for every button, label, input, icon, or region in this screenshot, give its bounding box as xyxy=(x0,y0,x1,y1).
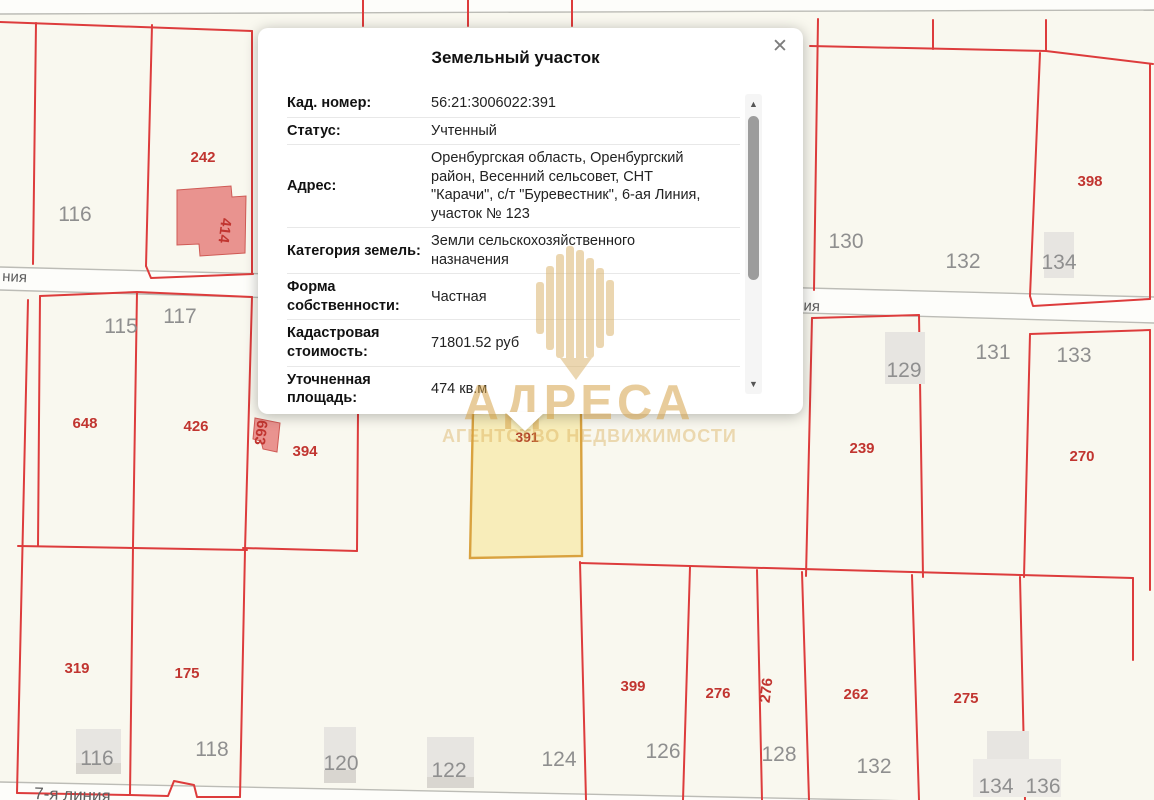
listing-number-label: 239 xyxy=(849,440,874,457)
parcel-boundary xyxy=(1030,53,1040,296)
parcel-number-label: 126 xyxy=(645,740,680,763)
attribute-row: Кад. номер:56:21:3006022:391 xyxy=(287,90,740,118)
parcel-boundary xyxy=(810,46,1153,64)
attribute-label: Уточненная площадь: xyxy=(287,371,431,408)
parcel-number-label: 129 xyxy=(886,359,921,382)
parcel-boundary xyxy=(814,19,818,290)
scroll-up-icon[interactable]: ▲ xyxy=(745,96,762,112)
parcel-boundary xyxy=(683,567,690,800)
parcel-number-label: 120 xyxy=(323,752,358,775)
parcel-boundary xyxy=(357,412,358,551)
street-name-label: ния xyxy=(2,268,28,286)
listing-number-label: 399 xyxy=(620,678,645,695)
listing-number-label: 663 xyxy=(251,419,271,446)
parcel-number-label: 116 xyxy=(80,747,113,770)
parcel-number-label: 128 xyxy=(761,743,796,766)
parcel-number-label: 132 xyxy=(945,250,980,273)
parcel-boundary xyxy=(802,572,809,800)
attribute-row: Форма собственности:Частная xyxy=(287,274,740,320)
listing-number-label: 276 xyxy=(757,677,777,704)
parcel-boundary xyxy=(130,546,133,795)
attribute-label: Категория земель: xyxy=(287,242,431,261)
parcel-boundary xyxy=(0,22,252,31)
parcel-number-label: 117 xyxy=(163,305,196,328)
attribute-row: Адрес:Оренбургская область, Оренбургский… xyxy=(287,145,740,228)
attribute-value: Оренбургская область, Оренбургский район… xyxy=(431,149,709,223)
attribute-row: Статус:Учтенный xyxy=(287,118,740,146)
listing-number-label: 319 xyxy=(64,660,89,677)
attribute-row: Уточненная площадь:474 кв.м xyxy=(287,367,740,412)
parcel-number-label: 131 xyxy=(975,341,1010,364)
popup-scrollbar[interactable]: ▲ ▼ xyxy=(745,94,762,394)
attribute-value: 56:21:3006022:391 xyxy=(431,94,709,113)
attribute-label: Форма собственности: xyxy=(287,278,431,315)
parcel-number-label: 122 xyxy=(431,759,466,782)
cadastral-map-app: 116 115 117 130 132 134 129 131 133 116 118 120 122 1… xyxy=(0,0,1154,800)
listing-number-label: 262 xyxy=(843,686,868,703)
parcel-number-label: 134 xyxy=(978,775,1013,798)
parcel-boundary xyxy=(146,25,152,266)
highlighted-building-footprint xyxy=(177,186,246,256)
parcel-boundary xyxy=(240,550,245,797)
close-icon[interactable]: ✕ xyxy=(769,36,791,58)
scrollbar-thumb[interactable] xyxy=(748,116,759,280)
scroll-down-icon[interactable]: ▼ xyxy=(745,376,762,392)
popup-title: Земельный участок xyxy=(258,48,773,68)
parcel-boundary xyxy=(1030,330,1150,334)
attribute-label: Кадастровая стоимость: xyxy=(287,324,431,361)
parcel-number-label: 130 xyxy=(828,230,863,253)
listing-number-label: 426 xyxy=(183,418,208,435)
listing-number-label: 276 xyxy=(705,685,730,702)
attribute-value: Земли сельскохозяйственного назначения xyxy=(431,232,709,269)
selected-parcel-number-label: 391 xyxy=(515,429,539,445)
listing-number-label: 275 xyxy=(953,690,978,707)
attribute-label: Кад. номер: xyxy=(287,94,431,113)
listing-number-label: 398 xyxy=(1077,173,1102,190)
parcel-number-label: 124 xyxy=(541,748,576,771)
parcel-number-label: 132 xyxy=(856,755,891,778)
street-name-label: 7-я линия xyxy=(34,784,111,800)
attribute-label: Статус: xyxy=(287,122,431,141)
parcel-boundary xyxy=(33,23,36,264)
popup-pointer-tail xyxy=(505,412,545,431)
attribute-value: Учтенный xyxy=(431,122,709,141)
parcel-boundary xyxy=(912,575,919,800)
parcel-boundary xyxy=(806,318,812,576)
listing-number-label: 270 xyxy=(1069,448,1094,465)
parcel-number-label: 116 xyxy=(58,203,91,226)
parcel-boundary xyxy=(243,548,357,551)
parcel-number-label: 136 xyxy=(1025,775,1060,798)
listing-number-label: 394 xyxy=(292,443,318,460)
parcel-boundary xyxy=(580,562,586,800)
listing-number-label: 175 xyxy=(174,665,199,682)
parcel-number-label: 133 xyxy=(1056,344,1091,367)
parcel-boundary xyxy=(580,563,1133,578)
parcel-boundary xyxy=(1024,334,1030,577)
attribute-value: 474 кв.м xyxy=(431,380,709,399)
attribute-row: Кадастровая стоимость:71801.52 руб xyxy=(287,320,740,366)
parcel-number-label: 134 xyxy=(1041,251,1076,274)
parcel-number-label: 118 xyxy=(195,738,228,761)
attribute-label: Адрес: xyxy=(287,177,431,196)
parcel-boundary xyxy=(38,296,40,546)
listing-number-label: 648 xyxy=(72,415,97,432)
parcel-attributes-list: Кад. номер:56:21:3006022:391Статус:Учтен… xyxy=(287,90,740,412)
parcel-number-label: 115 xyxy=(104,315,137,338)
parcel-info-popup: Земельный участок ✕ Кад. номер:56:21:300… xyxy=(258,28,803,414)
attribute-row: Категория земель:Земли сельскохозяйствен… xyxy=(287,228,740,274)
parcel-boundary xyxy=(245,297,252,550)
listing-number-label: 414 xyxy=(214,217,234,245)
attribute-value: 71801.52 руб xyxy=(431,334,709,353)
listing-number-label: 242 xyxy=(190,149,215,166)
attribute-value: Частная xyxy=(431,288,709,307)
